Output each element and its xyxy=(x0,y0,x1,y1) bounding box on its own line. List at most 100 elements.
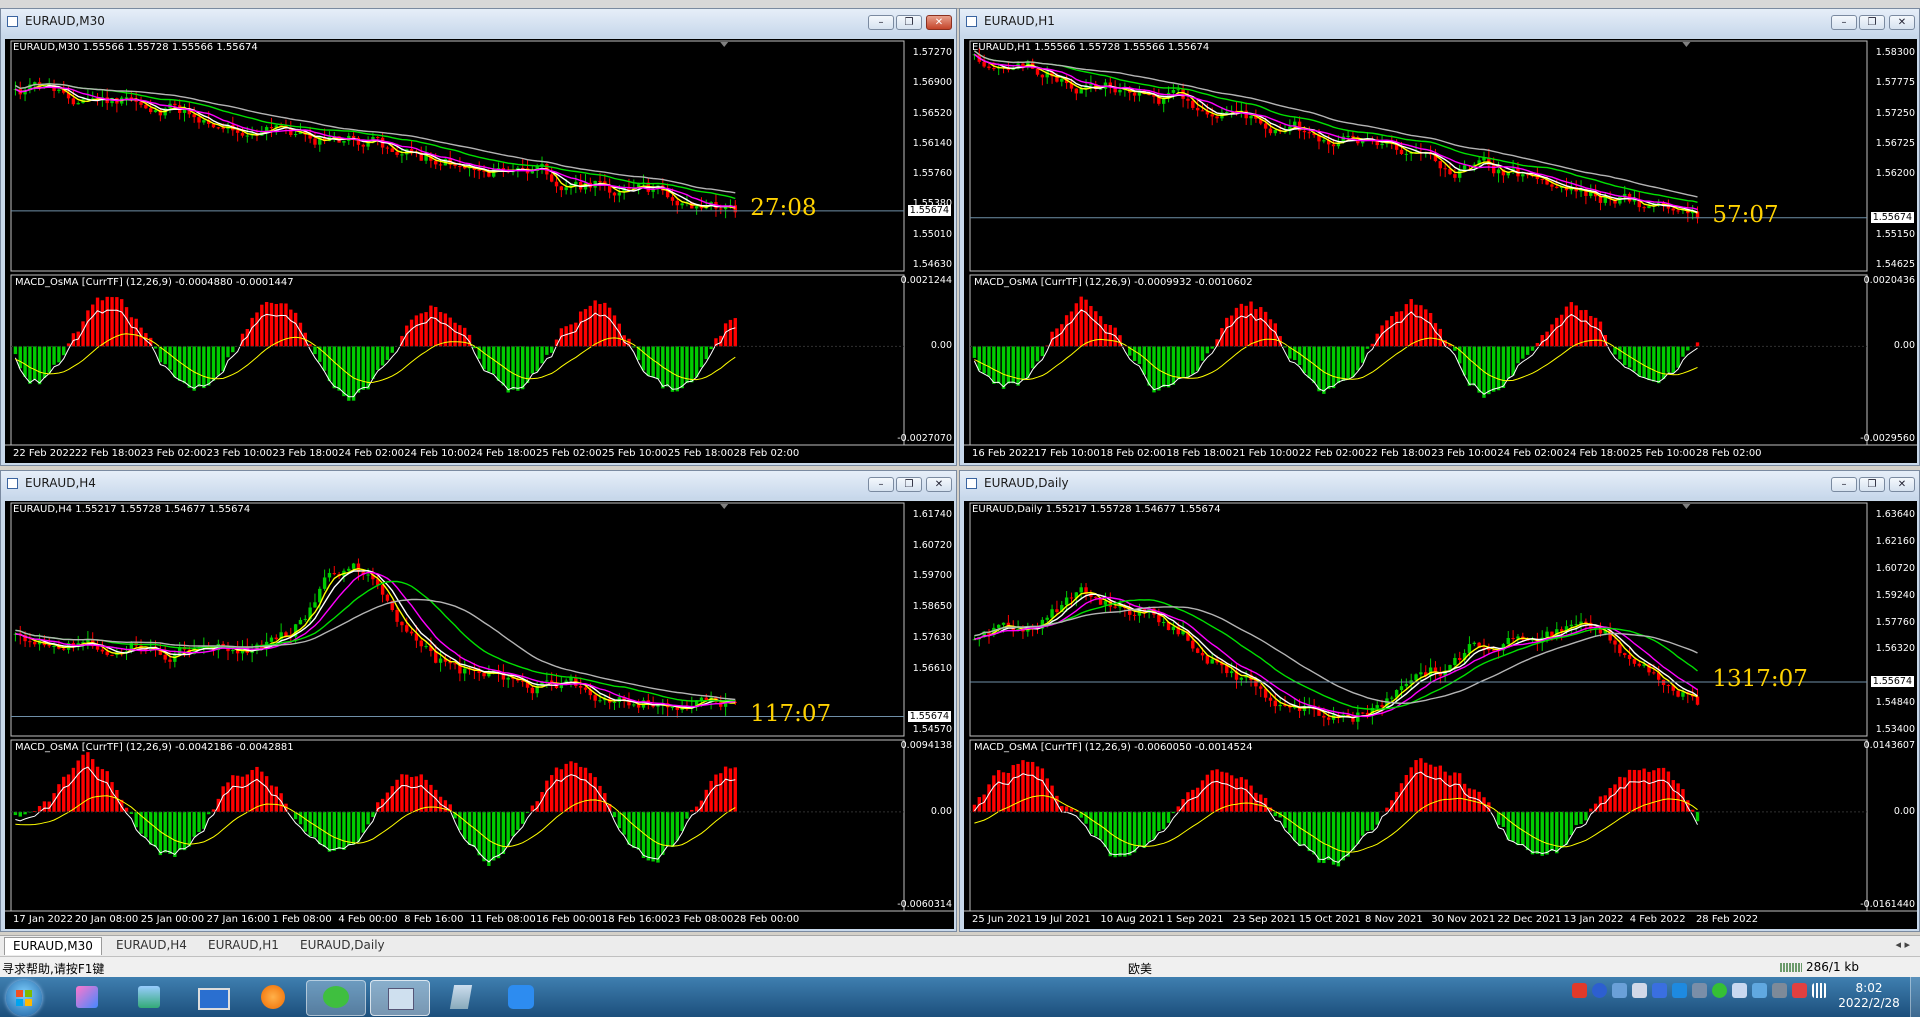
macd-histogram-bar xyxy=(670,811,675,848)
tray-speaker-icon[interactable] xyxy=(1772,983,1787,998)
candle-body xyxy=(342,140,346,143)
macd-histogram-bar xyxy=(1569,302,1574,347)
tray-alert-icon[interactable] xyxy=(1792,983,1807,998)
macd-histogram-bar xyxy=(86,310,90,347)
macd-histogram-bar xyxy=(1632,769,1637,812)
close-button[interactable]: ✕ xyxy=(1889,15,1915,30)
macd-histogram-bar xyxy=(1249,301,1253,347)
time-axis-label: 24 Feb 18:00 xyxy=(1563,448,1630,459)
macd-histogram-bar xyxy=(593,777,597,812)
minimize-button[interactable]: – xyxy=(868,477,894,492)
chart-window-d1[interactable]: EURAUD,Daily – ❐ ✕ EURAUD,Daily 1.55217 … xyxy=(959,470,1920,932)
tray-usb-icon[interactable] xyxy=(1632,983,1647,998)
macd-axis-top: 0.0094138 xyxy=(900,740,952,751)
tab-euraud-h1[interactable]: EURAUD,H1 xyxy=(200,937,287,954)
macd-histogram-bar xyxy=(264,776,269,812)
start-button[interactable] xyxy=(6,980,42,1016)
restore-button[interactable]: ❐ xyxy=(1859,15,1885,30)
tray-shield-icon[interactable] xyxy=(1652,983,1667,998)
macd-histogram-bar xyxy=(347,811,351,846)
macd-histogram-bar xyxy=(525,346,530,383)
close-button[interactable]: ✕ xyxy=(1889,477,1915,492)
tab-scroll-arrows-icon[interactable]: ◂ ▸ xyxy=(1895,938,1910,951)
tray-keyboard-icon[interactable] xyxy=(1612,983,1627,998)
taskbar-app-messenger[interactable] xyxy=(496,980,546,1014)
chart-window-h4[interactable]: EURAUD,H4 – ❐ ✕ EURAUD,H4 1.55217 1.5572… xyxy=(0,470,957,932)
restore-button[interactable]: ❐ xyxy=(1859,477,1885,492)
minimize-button[interactable]: – xyxy=(1831,15,1857,30)
chart-shift-marker xyxy=(720,504,729,509)
tray-display-icon[interactable] xyxy=(1752,983,1767,998)
taskbar-app-wechat[interactable] xyxy=(306,980,366,1016)
tray-volume-icon[interactable] xyxy=(1692,983,1707,998)
macd-histogram-bar xyxy=(1419,758,1423,812)
symbol-info: EURAUD,Daily 1.55217 1.55728 1.54677 1.5… xyxy=(972,504,1221,515)
candle-body xyxy=(1642,207,1646,209)
tab-euraud-h4[interactable]: EURAUD,H4 xyxy=(108,937,195,954)
candle-body xyxy=(593,695,597,701)
macd-histogram-bar xyxy=(1040,346,1045,357)
taskbar-app-network[interactable] xyxy=(124,980,174,1014)
taskbar-app-paint[interactable] xyxy=(62,980,112,1014)
price-chart[interactable]: EURAUD,H4 1.55217 1.55728 1.54677 1.5567… xyxy=(5,501,954,929)
close-button[interactable]: ✕ xyxy=(926,477,952,492)
tray-help-icon[interactable] xyxy=(1592,983,1607,998)
macd-pane-frame xyxy=(10,274,905,446)
window-titlebar[interactable]: EURAUD,H4 – ❐ ✕ xyxy=(1,471,956,497)
tray-signal-icon[interactable] xyxy=(1812,983,1827,998)
minimize-button[interactable]: – xyxy=(1831,477,1857,492)
taskbar-app-desktop[interactable] xyxy=(186,980,236,1014)
macd-histogram-bar xyxy=(371,811,375,818)
window-title: EURAUD,M30 xyxy=(25,14,105,28)
tab-euraud-m30[interactable]: EURAUD,M30 xyxy=(4,937,102,955)
macd-histogram-bar xyxy=(1229,315,1234,347)
candle-body xyxy=(1598,196,1603,203)
price-chart[interactable]: EURAUD,Daily 1.55217 1.55728 1.54677 1.5… xyxy=(964,501,1917,929)
close-button[interactable]: ✕ xyxy=(926,15,952,30)
taskbar-clock[interactable]: 8:02 2022/2/28 xyxy=(1834,981,1904,1011)
taskbar-app-metatrader[interactable] xyxy=(370,980,430,1016)
macd-histogram-bar xyxy=(376,346,380,370)
macd-histogram-bar xyxy=(1385,320,1389,347)
restore-button[interactable]: ❐ xyxy=(896,15,922,30)
tray-upload-icon[interactable] xyxy=(1672,983,1687,998)
chart-shift-marker xyxy=(1682,42,1691,47)
candle-body xyxy=(235,130,240,133)
taskbar-app-notes[interactable] xyxy=(436,980,486,1014)
window-titlebar[interactable]: EURAUD,M30 – ❐ ✕ xyxy=(1,9,956,35)
moving-average-line xyxy=(973,53,1698,211)
macd-histogram-bar xyxy=(376,802,380,812)
chart-window-h1[interactable]: EURAUD,H1 – ❐ ✕ EURAUD,H1 1.55566 1.5572… xyxy=(959,8,1920,466)
candle-body xyxy=(400,154,404,156)
macd-histogram-bar xyxy=(641,811,646,859)
macd-histogram-bar xyxy=(1559,811,1564,849)
window-titlebar[interactable]: EURAUD,H1 – ❐ ✕ xyxy=(960,9,1919,35)
minimize-button[interactable]: – xyxy=(868,15,894,30)
macd-histogram-bar xyxy=(1001,772,1006,812)
macd-histogram-bar xyxy=(1079,296,1083,347)
chart-window-icon xyxy=(7,16,18,27)
macd-histogram-bar xyxy=(1045,778,1049,812)
macd-histogram-bar xyxy=(564,326,568,347)
macd-histogram-bar xyxy=(627,811,631,845)
macd-axis-bottom: -0.0029560 xyxy=(1860,433,1915,444)
time-axis-label: 18 Feb 02:00 xyxy=(1100,448,1166,459)
macd-histogram-bar xyxy=(1302,346,1307,374)
price-axis-label: 1.59240 xyxy=(1875,589,1915,601)
tray-wechat-icon[interactable] xyxy=(1712,983,1727,998)
candle-body xyxy=(298,619,303,625)
taskbar-app-browser[interactable] xyxy=(248,980,298,1014)
candle-body xyxy=(1259,686,1263,689)
price-chart[interactable]: EURAUD,H1 1.55566 1.55728 1.55566 1.5567… xyxy=(964,39,1917,463)
macd-histogram-bar xyxy=(1496,346,1501,391)
restore-button[interactable]: ❐ xyxy=(896,477,922,492)
chart-window-m30[interactable]: EURAUD,M30 – ❐ ✕ EURAUD,M30 1.55566 1.55… xyxy=(0,8,957,466)
window-titlebar[interactable]: EURAUD,Daily – ❐ ✕ xyxy=(960,471,1919,497)
macd-histogram-bar xyxy=(1627,769,1632,812)
tray-device-icon[interactable] xyxy=(1732,983,1747,998)
price-chart[interactable]: EURAUD,M30 1.55566 1.55728 1.55566 1.556… xyxy=(5,39,954,463)
tab-euraud-daily[interactable]: EURAUD,Daily xyxy=(292,937,393,954)
show-desktop-button[interactable] xyxy=(1910,977,1920,1017)
tray-sogou-icon[interactable] xyxy=(1572,983,1587,998)
price-axis-label: 1.57775 xyxy=(1875,77,1915,89)
